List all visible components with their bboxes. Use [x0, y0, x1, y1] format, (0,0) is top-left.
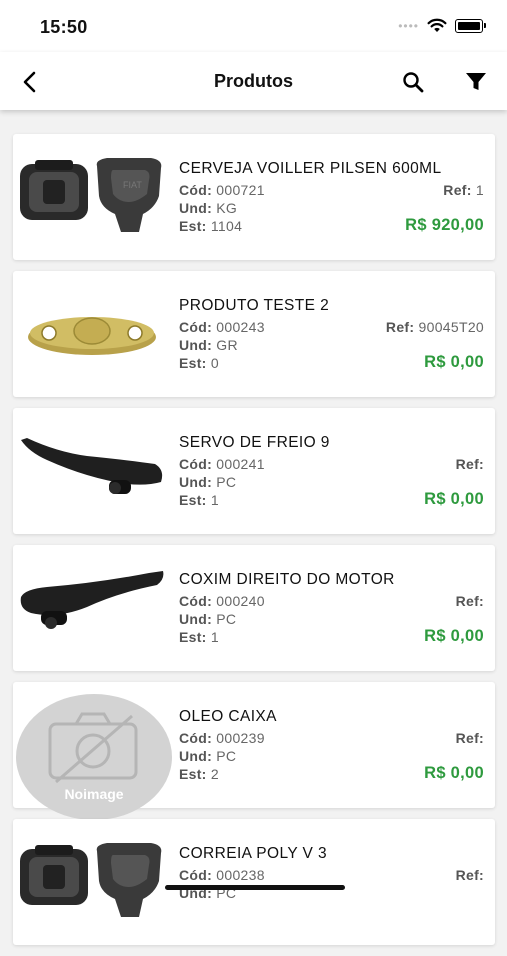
- und-label: Und:: [179, 748, 213, 764]
- est-label: Est:: [179, 218, 207, 234]
- product-name: CORREIA POLY V 3: [179, 845, 327, 862]
- est-label: Est:: [179, 629, 207, 645]
- product-card[interactable]: CORREIA POLY V 3 Cód: 000238 Ref: Und: P…: [13, 819, 495, 945]
- product-ref: 1: [475, 182, 484, 198]
- car-key-housing-image: [20, 843, 162, 917]
- product-list: FIAT CERVEJA VOILLER PILSEN 600ML Cód: 0…: [13, 134, 495, 956]
- product-name: PRODUTO TESTE 2: [179, 297, 330, 314]
- product-name: OLEO CAIXA: [179, 708, 277, 725]
- product-code: 000721: [216, 182, 265, 198]
- product-price: R$ 0,00: [424, 353, 484, 371]
- product-name: CERVEJA VOILLER PILSEN 600ML: [179, 160, 442, 177]
- product-stock: 1: [210, 492, 219, 508]
- ref-label: Ref:: [455, 730, 484, 746]
- product-unit: KG: [216, 200, 238, 216]
- product-card[interactable]: COXIM DIREITO DO MOTOR Cód: 000240 Ref: …: [13, 545, 495, 671]
- brass-plate-image: [28, 317, 156, 355]
- car-key-housing-image: FIAT: [20, 158, 162, 232]
- no-image-placeholder: Noimage: [16, 694, 172, 820]
- product-stock: 1: [210, 629, 219, 645]
- product-ref: 90045T20: [418, 319, 484, 335]
- ref-label: Ref:: [455, 867, 484, 883]
- ref-label: Ref:: [385, 319, 415, 335]
- product-unit: PC: [216, 748, 237, 764]
- product-code: 000240: [216, 593, 265, 609]
- status-time: 15:50: [40, 17, 88, 37]
- ref-label: Ref:: [455, 593, 484, 609]
- status-icons: ••••: [398, 18, 486, 33]
- product-card[interactable]: SERVO DE FREIO 9 Cód: 000241 Ref: Und: P…: [13, 408, 495, 534]
- signal-dots-icon: ••••: [398, 18, 419, 33]
- product-card[interactable]: FIAT CERVEJA VOILLER PILSEN 600ML Cód: 0…: [13, 134, 495, 260]
- cod-label: Cód:: [179, 730, 213, 746]
- est-label: Est:: [179, 492, 207, 508]
- product-price: R$ 920,00: [405, 216, 484, 234]
- filter-icon: [466, 73, 486, 90]
- est-label: Est:: [179, 355, 207, 371]
- filter-button[interactable]: [460, 66, 492, 98]
- cod-label: Cód:: [179, 593, 213, 609]
- product-code: 000238: [216, 867, 265, 883]
- product-price: R$ 0,00: [424, 490, 484, 508]
- no-image-label: Noimage: [64, 786, 124, 802]
- product-card[interactable]: Noimage OLEO CAIXA Cód: 000239 Ref: Und:…: [13, 682, 495, 820]
- cod-label: Cód:: [179, 182, 213, 198]
- wifi-icon: [427, 18, 447, 32]
- product-card[interactable]: PRODUTO TESTE 2 Cód: 000243 Ref: 90045T2…: [13, 271, 495, 397]
- home-indicator[interactable]: [165, 885, 345, 890]
- door-handle-image: [20, 571, 164, 629]
- und-label: Und:: [179, 337, 213, 353]
- und-label: Und:: [179, 474, 213, 490]
- product-name: SERVO DE FREIO 9: [179, 434, 330, 451]
- status-bar: 15:50 ••••: [0, 0, 507, 52]
- product-price: R$ 0,00: [424, 764, 484, 782]
- search-icon: [403, 72, 424, 93]
- top-nav-bar: Produtos: [0, 52, 507, 110]
- cod-label: Cód:: [179, 319, 213, 335]
- search-button[interactable]: [397, 66, 429, 98]
- battery-icon: [455, 18, 486, 33]
- product-unit: PC: [216, 474, 237, 490]
- product-name: COXIM DIREITO DO MOTOR: [179, 571, 395, 588]
- est-label: Est:: [179, 766, 207, 782]
- product-code: 000241: [216, 456, 265, 472]
- ref-label: Ref:: [443, 182, 472, 198]
- ref-label: Ref:: [455, 456, 484, 472]
- und-label: Und:: [179, 611, 213, 627]
- product-price: R$ 0,00: [424, 627, 484, 645]
- product-code: 000243: [216, 319, 265, 335]
- svg-text:FIAT: FIAT: [123, 180, 142, 190]
- product-stock: 2: [210, 766, 219, 782]
- cod-label: Cód:: [179, 456, 213, 472]
- product-unit: PC: [216, 611, 237, 627]
- product-stock: 1104: [210, 218, 243, 234]
- page-title: Produtos: [214, 71, 293, 91]
- product-unit: GR: [216, 337, 238, 353]
- cod-label: Cód:: [179, 867, 213, 883]
- und-label: Und:: [179, 200, 213, 216]
- product-code: 000239: [216, 730, 265, 746]
- door-handle-image: [21, 438, 163, 494]
- product-stock: 0: [210, 355, 219, 371]
